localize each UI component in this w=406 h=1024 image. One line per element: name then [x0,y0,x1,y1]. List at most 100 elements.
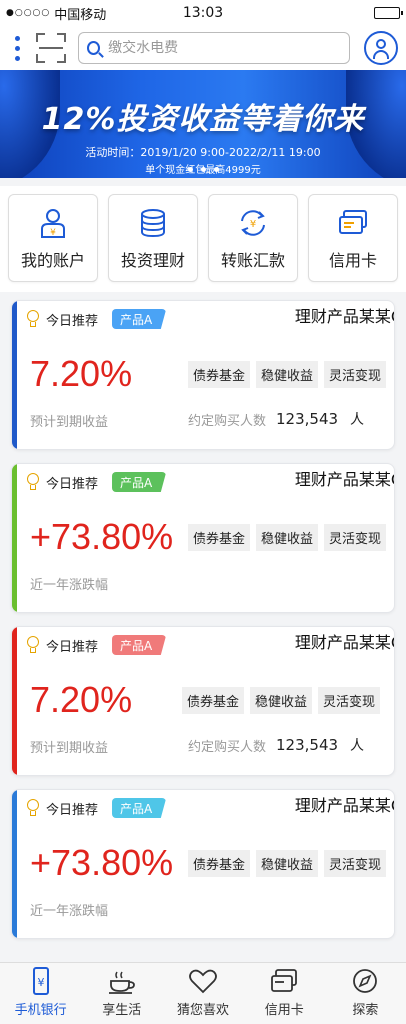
clock: 13:03 [182,5,224,21]
quick-credit-card[interactable]: 信用卡 [308,194,398,282]
product-card[interactable]: 今日推荐 产品A 理财产品某某C +73.80% 债券基金 稳健收益 灵活变现 … [11,789,395,939]
tab-mobile-bank[interactable]: ¥ 手机银行 [0,963,81,1024]
feature-tag: 灵活变现 [324,850,387,877]
transfer-icon: ¥ [241,210,265,236]
buyer-label: 约定购买人数 [188,413,267,429]
product-change: +73.80% [30,842,174,883]
feature-tag: 稳健收益 [256,361,319,388]
promo-banner[interactable]: 12%投资收益等着你来 活动时间：2019/1/20 9:00-2022/2/1… [0,70,406,178]
tab-life[interactable]: 享生活 [81,963,162,1024]
tab-label: 信用卡 [264,1003,304,1018]
quick-transfer[interactable]: ¥ 转账汇款 [208,194,298,282]
more-menu-icon[interactable] [8,35,26,61]
quick-investment[interactable]: 投资理财 [108,194,198,282]
quick-my-account[interactable]: ¥ 我的账户 [8,194,98,282]
feature-tag: 灵活变现 [318,687,381,714]
tab-credit-card[interactable]: 信用卡 [244,963,325,1024]
tab-label: 探索 [352,1003,379,1018]
heart-icon [189,969,217,994]
product-list: 今日推荐 产品A 理财产品某某C 7.20% 债券基金 稳健收益 灵活变现 预计… [0,292,406,939]
tab-label: 享生活 [102,1003,142,1018]
product-name: 理财产品某某C [294,796,395,815]
feature-tags: 债券基金 稳健收益 灵活变现 [182,687,381,714]
cup-icon [108,971,135,994]
scan-icon[interactable] [36,33,66,63]
mobile-bank-icon: ¥ [32,967,49,995]
quick-label: 投资理财 [120,251,185,270]
feature-tags: 债券基金 稳健收益 灵活变现 [188,361,387,388]
credit-card-icon [339,210,367,234]
buyer-label: 约定购买人数 [188,739,267,755]
feature-tag: 灵活变现 [324,361,387,388]
feature-tag: 灵活变现 [324,524,387,551]
buyer-count: 约定购买人数 123,543 人 [188,409,364,429]
change-caption: 近一年涨跌幅 [30,578,109,593]
tab-explore[interactable]: 探索 [325,963,406,1024]
recommend-label: 今日推荐 [46,313,99,329]
bottom-tab-bar: ¥ 手机银行 享生活 猜您喜欢 信用卡 探索 [0,962,406,1024]
buyer-number: 123,543 [276,736,339,754]
card-accent-stripe [12,627,17,775]
buyer-unit: 人 [350,412,365,428]
quick-menu: ¥ 我的账户 投资理财 ¥ 转账汇款 信用卡 [0,186,406,292]
account-icon: ¥ [41,209,65,238]
feature-tag: 债券基金 [188,361,251,388]
card-accent-stripe [12,301,17,449]
investment-icon [141,209,165,238]
product-name: 理财产品某某C [294,307,395,326]
product-card[interactable]: 今日推荐 产品A 理财产品某某C 7.20% 债券基金 稳健收益 灵活变现 预计… [11,300,395,450]
recommend-label: 今日推荐 [46,639,99,655]
recommend-label: 今日推荐 [46,476,99,492]
banner-title: 12%投资收益等着你来 [41,102,365,137]
user-avatar-icon[interactable] [364,31,398,65]
lightbulb-icon [26,636,40,654]
quick-label: 我的账户 [20,251,85,270]
yield-caption: 预计到期收益 [30,415,109,430]
product-tag: 产品A [112,798,167,818]
lightbulb-icon [26,799,40,817]
recommend-label: 今日推荐 [46,802,99,818]
search-icon [87,41,101,55]
feature-tags: 债券基金 稳健收益 灵活变现 [188,850,387,877]
feature-tag: 债券基金 [188,850,251,877]
compass-icon [353,969,378,993]
card-accent-stripe [12,464,17,612]
yield-caption: 预计到期收益 [30,741,109,756]
product-tag: 产品A [112,472,167,492]
product-tag: 产品A [112,635,167,655]
buyer-count: 约定购买人数 123,543 人 [188,735,364,755]
product-name: 理财产品某某C [294,470,395,489]
search-input[interactable] [108,40,341,56]
status-bar: ●○○○○ 中国移动 13:03 [0,0,406,26]
feature-tag: 稳健收益 [256,524,319,551]
change-caption: 近一年涨跌幅 [30,904,109,919]
search-bar[interactable] [78,32,350,64]
product-tag: 产品A [112,309,167,329]
product-change: +73.80% [30,516,174,557]
svg-text:¥: ¥ [250,219,256,230]
feature-tag: 稳健收益 [256,850,319,877]
buyer-number: 123,543 [276,410,339,428]
tab-label: 猜您喜欢 [177,1003,230,1018]
feature-tags: 债券基金 稳健收益 灵活变现 [188,524,387,551]
banner-time: 活动时间：2019/1/20 9:00-2022/2/11 19:00 [85,146,321,159]
top-bar [0,26,406,70]
card-icon [271,969,298,992]
quick-label: 转账汇款 [220,251,285,270]
product-yield: 7.20% [30,679,133,720]
feature-tag: 稳健收益 [250,687,313,714]
product-yield: 7.20% [30,353,133,394]
svg-text:¥: ¥ [37,976,44,989]
battery-icon [374,7,403,19]
svg-text:¥: ¥ [50,228,56,238]
tab-label: 手机银行 [14,1003,67,1018]
quick-label: 信用卡 [328,251,377,270]
feature-tag: 债券基金 [188,524,251,551]
product-card[interactable]: 今日推荐 产品A 理财产品某某C +73.80% 债券基金 稳健收益 灵活变现 … [11,463,395,613]
buyer-unit: 人 [350,738,365,754]
tab-favorites[interactable]: 猜您喜欢 [162,963,243,1024]
feature-tag: 债券基金 [182,687,245,714]
product-name: 理财产品某某C [294,633,395,652]
card-accent-stripe [12,790,17,938]
product-card[interactable]: 今日推荐 产品A 理财产品某某C 7.20% 债券基金 稳健收益 灵活变现 预计… [11,626,395,776]
